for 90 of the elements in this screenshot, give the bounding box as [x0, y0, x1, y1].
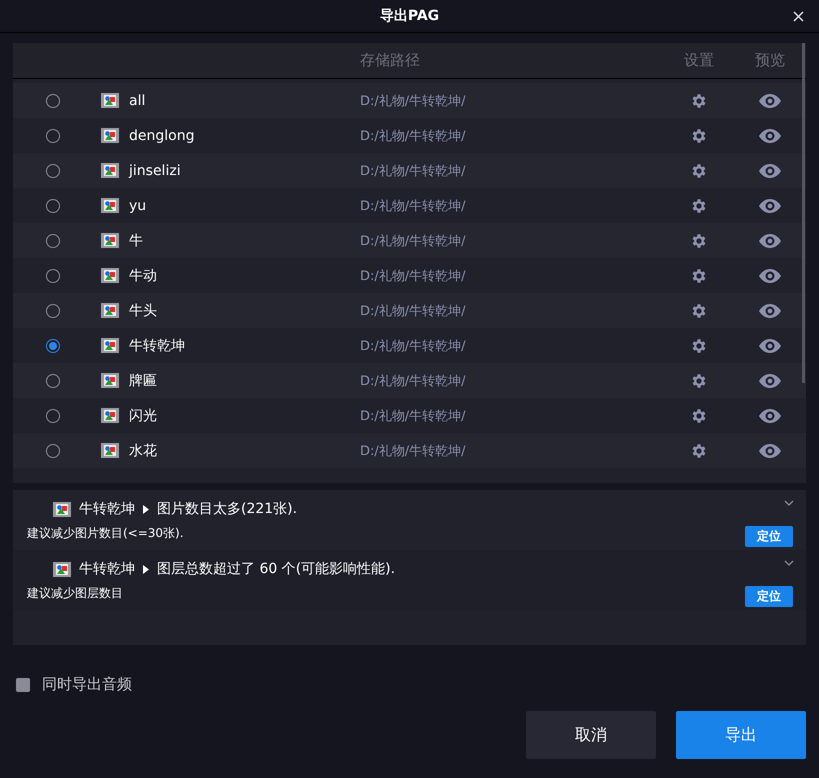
radio-button[interactable] [46, 268, 60, 282]
radio-button[interactable] [46, 374, 60, 388]
image-file-icon [53, 502, 71, 516]
column-header: 存储路径 [360, 51, 421, 70]
layer-name: all [129, 92, 146, 108]
layer-name: denglong [129, 128, 196, 144]
triangle-icon [143, 504, 149, 514]
preview-eye-icon[interactable] [759, 304, 781, 318]
image-file-icon [101, 408, 119, 423]
settings-icon[interactable] [690, 266, 708, 284]
layer-name: 牛转乾坤 [129, 336, 186, 354]
layer-name: 牛头 [129, 302, 158, 320]
storage-path: D:/礼物/牛转乾坤/ [360, 198, 467, 214]
storage-path: D:/礼物/牛转乾坤/ [360, 92, 467, 110]
window-title: 导出PAG [380, 7, 440, 25]
export-button[interactable]: 导出 [676, 711, 806, 759]
radio-button[interactable] [46, 304, 60, 318]
preview-eye-icon[interactable] [759, 408, 781, 422]
preview-eye-icon[interactable] [759, 444, 781, 458]
warning-message: 图片数目太多(221张). [157, 500, 298, 518]
storage-path: D:/礼物/牛转乾坤/ [360, 408, 467, 424]
image-file-icon [101, 163, 119, 178]
storage-path: D:/礼物/牛转乾坤/ [360, 268, 467, 284]
column-header: 预览 [755, 51, 785, 70]
locate-button[interactable]: 定位 [745, 526, 793, 547]
layer-name: 牛转乾坤 [79, 560, 135, 578]
image-file-icon [53, 562, 71, 576]
radio-button[interactable] [46, 94, 60, 108]
radio-button[interactable] [46, 164, 60, 178]
image-file-icon [101, 198, 119, 213]
radio-button[interactable] [46, 338, 60, 352]
chevron-down-icon[interactable] [784, 500, 794, 506]
preview-eye-icon[interactable] [759, 374, 781, 388]
settings-icon[interactable] [690, 92, 708, 110]
preview-eye-icon[interactable] [759, 94, 781, 108]
triangle-icon [143, 564, 149, 574]
checkbox-label: 同时导出音频 [42, 675, 132, 694]
layer-name: 牛 [129, 232, 144, 250]
warning-message: 图层总数超过了 60 个(可能影响性能). [157, 560, 396, 578]
radio-button[interactable] [46, 198, 60, 212]
preview-eye-icon[interactable] [759, 234, 781, 248]
checkbox[interactable] [16, 678, 30, 692]
locate-button[interactable]: 定位 [745, 586, 793, 607]
settings-icon[interactable] [690, 162, 708, 180]
storage-path: D:/礼物/牛转乾坤/ [360, 162, 467, 180]
layer-name: yu [129, 198, 148, 214]
preview-eye-icon[interactable] [759, 128, 781, 142]
layer-name: 牛动 [129, 266, 158, 284]
storage-path: D:/礼物/牛转乾坤/ [360, 338, 467, 354]
close-icon[interactable] [793, 11, 804, 22]
image-file-icon [101, 443, 119, 458]
storage-path: D:/礼物/牛转乾坤/ [360, 232, 467, 250]
image-file-icon [101, 93, 119, 108]
settings-icon[interactable] [690, 232, 708, 250]
radio-button[interactable] [46, 408, 60, 422]
layer-name: jinselizi [129, 162, 182, 178]
settings-icon[interactable] [690, 302, 708, 320]
layer-name: 牛转乾坤 [79, 500, 135, 518]
layer-name: 闪光 [129, 406, 158, 424]
scrollbar-thumb[interactable] [802, 43, 805, 383]
preview-eye-icon[interactable] [759, 164, 781, 178]
storage-path: D:/礼物/牛转乾坤/ [360, 442, 467, 460]
settings-icon[interactable] [690, 196, 708, 214]
preview-eye-icon[interactable] [759, 338, 781, 352]
settings-icon[interactable] [690, 126, 708, 144]
image-file-icon [101, 338, 119, 353]
image-file-icon [101, 268, 119, 283]
layer-name: 牌匾 [129, 372, 158, 390]
preview-eye-icon[interactable] [759, 198, 781, 212]
chevron-down-icon[interactable] [784, 560, 794, 566]
image-file-icon [101, 373, 119, 388]
radio-button[interactable] [46, 444, 60, 458]
suggestion-text: 建议减少图层数目 [27, 585, 123, 602]
storage-path: D:/礼物/牛转乾坤/ [360, 302, 467, 320]
radio-button[interactable] [46, 128, 60, 142]
preview-eye-icon[interactable] [759, 268, 781, 282]
column-header: 设置 [684, 51, 714, 70]
image-file-icon [101, 128, 119, 143]
settings-icon[interactable] [690, 406, 708, 424]
settings-icon[interactable] [690, 336, 708, 354]
image-file-icon [101, 233, 119, 248]
cancel-button[interactable]: 取消 [526, 711, 656, 759]
radio-button[interactable] [46, 234, 60, 248]
storage-path: D:/礼物/牛转乾坤/ [360, 128, 467, 144]
storage-path: D:/礼物/牛转乾坤/ [360, 372, 467, 390]
image-file-icon [101, 303, 119, 318]
suggestion-text: 建议减少图片数目(<=30张). [27, 525, 184, 542]
settings-icon[interactable] [690, 372, 708, 390]
settings-icon[interactable] [690, 442, 708, 460]
layer-name: 水花 [129, 442, 158, 460]
